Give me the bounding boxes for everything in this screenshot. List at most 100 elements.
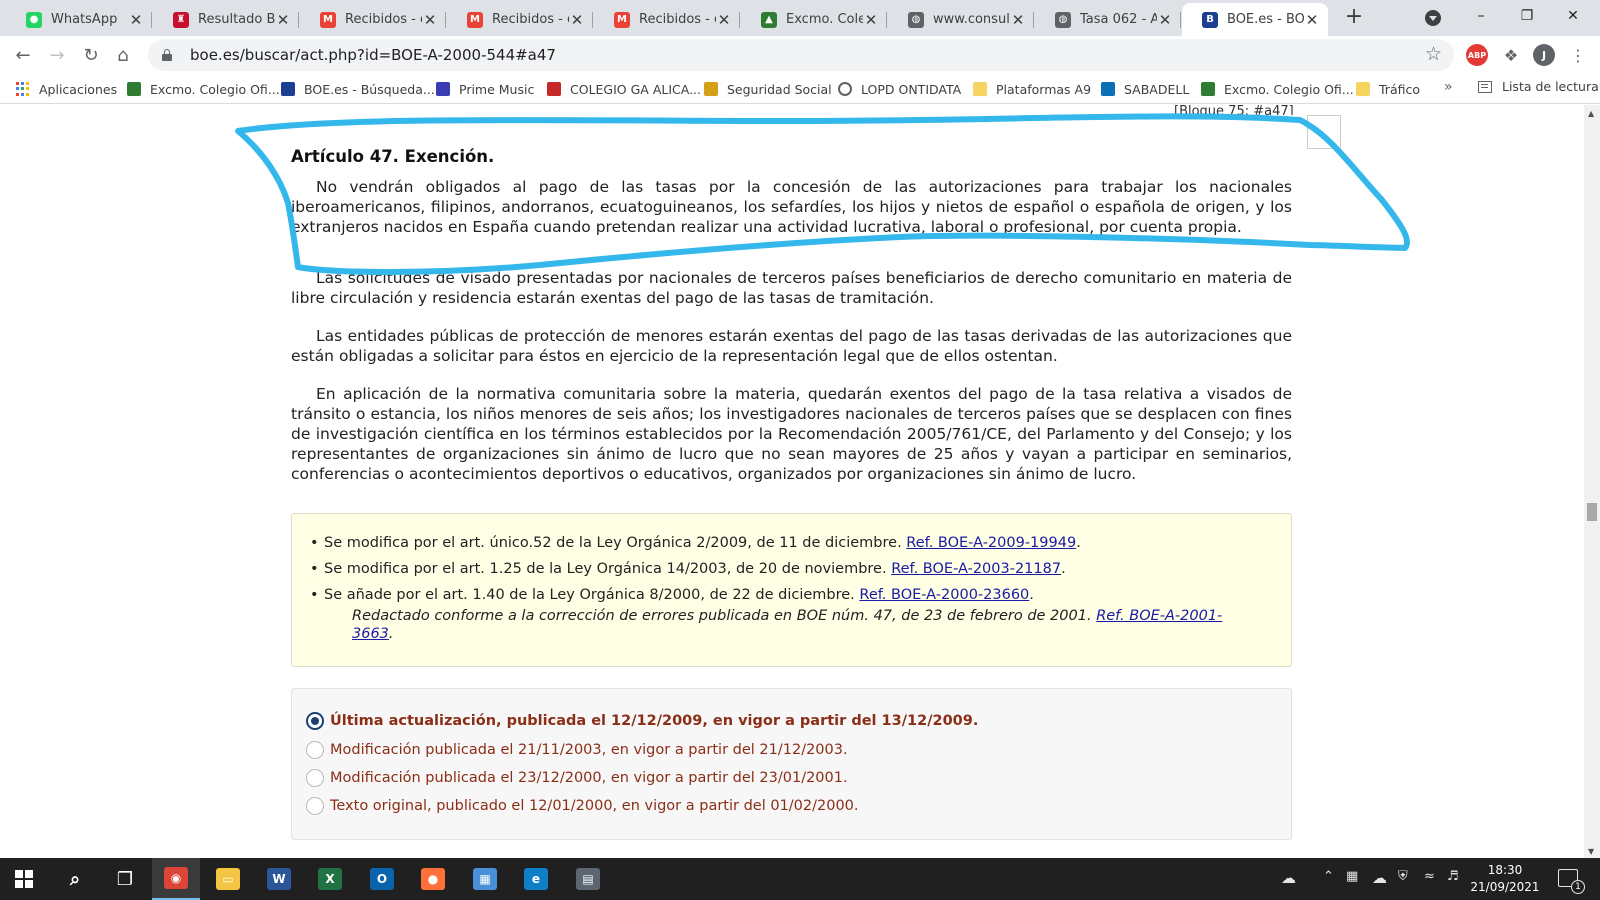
bookmark-star-icon[interactable]: ☆ (1425, 43, 1442, 65)
bookmark-item[interactable]: COLEGIO GA ALICA... (547, 79, 701, 99)
tab-title: BOE.es - BOE-A (1227, 12, 1304, 27)
tray-cloud-icon[interactable]: ☁ (1372, 869, 1387, 887)
version-label[interactable]: Modificación publicada el 23/12/2000, en… (330, 770, 848, 786)
taskbar-app[interactable]: e (512, 858, 560, 900)
menu-kebab-icon[interactable]: ⋮ (1565, 42, 1591, 68)
bookmark-label: Seguridad Social (727, 81, 832, 97)
version-option[interactable]: Modificación publicada el 21/11/2003, en… (306, 740, 848, 760)
tab-3[interactable]: M Recibidos - ort✕ (300, 3, 446, 36)
restore-button[interactable]: ❐ (1504, 0, 1550, 32)
tab-close-icon[interactable]: ✕ (422, 11, 438, 29)
tab-9[interactable]: B BOE.es - BOE-A✕ (1182, 3, 1328, 36)
bookmark-item[interactable]: Prime Music (436, 79, 534, 99)
reload-icon[interactable]: ↻ (78, 42, 104, 68)
extensions-puzzle-icon[interactable]: ❖ (1500, 44, 1522, 66)
taskbar-app[interactable]: ▤ (564, 858, 612, 900)
tab-close-icon[interactable]: ✕ (1304, 11, 1320, 29)
taskbar-app[interactable]: X (306, 858, 354, 900)
taskbar-app[interactable]: ❐ (101, 858, 149, 900)
taskbar-clock[interactable]: 18:30 21/09/2021 (1470, 862, 1540, 896)
url-text[interactable]: boe.es/buscar/act.php?id=BOE-A-2000-544#… (190, 46, 556, 64)
back-arrow-icon[interactable]: ← (10, 42, 36, 68)
address-bar[interactable]: boe.es/buscar/act.php?id=BOE-A-2000-544#… (148, 39, 1454, 71)
tray-device-icon[interactable]: ▦ (1346, 869, 1358, 884)
tab-search-icon[interactable] (1425, 10, 1441, 26)
start-button[interactable] (0, 858, 48, 900)
bloque-reference[interactable]: [Bloque 75: #a47] (1174, 105, 1294, 115)
tab-7[interactable]: ◍ www.consultor✕ (888, 3, 1034, 36)
tab-6[interactable]: ▲ Excmo. Colegio✕ (741, 3, 887, 36)
home-icon[interactable]: ⌂ (110, 42, 136, 68)
wifi-icon[interactable]: ≈ (1424, 869, 1435, 884)
forward-arrow-icon[interactable]: → (44, 42, 70, 68)
clock-time: 18:30 (1487, 863, 1523, 877)
tab-4[interactable]: M Recibidos - ort✕ (447, 3, 593, 36)
bookmark-item[interactable]: Plataformas A9 (973, 79, 1091, 99)
tab-close-icon[interactable]: ✕ (863, 11, 879, 29)
taskbar-app[interactable]: ⌕ (51, 858, 99, 900)
radio-checked-icon[interactable] (306, 712, 324, 730)
taskbar-app[interactable]: ◉ (152, 858, 200, 900)
tab-title: Resultado Búsq (198, 12, 275, 27)
bookmark-item[interactable]: LOPD ONTIDATA (838, 79, 961, 99)
tab-separator (1033, 12, 1034, 28)
taskbar-app[interactable]: ▭ (204, 858, 252, 900)
tab-close-icon[interactable]: ✕ (1157, 11, 1173, 29)
tab-8[interactable]: ◍ Tasa 062 - Adm✕ (1035, 3, 1181, 36)
calculator-icon: ▤ (576, 868, 600, 890)
bookmark-item[interactable]: SABADELL (1101, 79, 1189, 99)
tab-close-icon[interactable]: ✕ (1010, 11, 1026, 29)
print-widget-icon[interactable] (1307, 115, 1341, 149)
scroll-down-arrow-icon[interactable]: ▼ (1588, 847, 1594, 856)
taskbar-app[interactable]: ▦ (461, 858, 509, 900)
version-option[interactable]: Última actualización, publicada el 12/12… (306, 711, 978, 731)
close-window-button[interactable]: ✕ (1550, 0, 1596, 32)
tab-5[interactable]: M Recibidos - ort✕ (594, 3, 740, 36)
bookmark-item[interactable]: Excmo. Colegio Ofi... (127, 79, 280, 99)
modification-item: • Se modifica por el art. 1.25 de la Ley … (310, 561, 1066, 577)
tab-separator (739, 12, 740, 28)
onedrive-cloud-icon[interactable]: ☁ (1281, 869, 1296, 887)
radio-unchecked-icon[interactable] (306, 741, 324, 759)
vertical-scrollbar[interactable]: ▲ ▼ (1584, 105, 1600, 858)
version-option[interactable]: Texto original, publicado el 12/01/2000,… (306, 796, 859, 816)
bookmark-item[interactable]: Aplicaciones (16, 79, 117, 99)
version-label[interactable]: Texto original, publicado el 12/01/2000,… (330, 798, 859, 814)
version-label[interactable]: Modificación publicada el 21/11/2003, en… (330, 742, 848, 758)
tab-close-icon[interactable]: ✕ (275, 11, 291, 29)
more-bookmarks-chevron-icon[interactable]: » (1444, 79, 1453, 95)
tab-title: Recibidos - ort (492, 12, 569, 27)
reading-list-button[interactable]: Lista de lectura (1478, 79, 1599, 94)
bookmark-item[interactable]: Excmo. Colegio Ofi... (1201, 79, 1354, 99)
modification-ref-link[interactable]: Ref. BOE-A-2009-19949 (906, 535, 1076, 551)
tab-close-icon[interactable]: ✕ (569, 11, 585, 29)
volume-icon[interactable]: ♬ (1447, 869, 1459, 884)
tray-chevron-up-icon[interactable]: ⌃ (1323, 869, 1334, 884)
taskbar-app[interactable]: O (358, 858, 406, 900)
radio-unchecked-icon[interactable] (306, 797, 324, 815)
profile-avatar[interactable]: J (1533, 44, 1555, 66)
lock-icon[interactable] (162, 49, 172, 61)
taskbar-app[interactable]: ● (409, 858, 457, 900)
bookmark-item[interactable]: BOE.es - Búsqueda... (281, 79, 435, 99)
modification-ref-link[interactable]: Ref. BOE-A-2000-23660 (859, 587, 1029, 603)
tab-close-icon[interactable]: ✕ (716, 11, 732, 29)
tab-1[interactable]: ● WhatsApp ✕ (6, 3, 152, 36)
globe-icon: ◍ (1055, 11, 1071, 28)
version-option[interactable]: Modificación publicada el 23/12/2000, en… (306, 768, 848, 788)
scroll-up-arrow-icon[interactable]: ▲ (1588, 109, 1594, 118)
minimize-button[interactable]: – (1458, 0, 1504, 32)
tab-close-icon[interactable]: ✕ (128, 11, 144, 29)
edge-icon: e (524, 868, 548, 890)
taskbar-app[interactable]: W (255, 858, 303, 900)
adblock-plus-icon[interactable]: ABP (1466, 44, 1488, 66)
security-shield-icon[interactable]: ⛨ (1398, 869, 1408, 884)
version-label[interactable]: Última actualización, publicada el 12/12… (330, 713, 978, 729)
bookmark-item[interactable]: Tráfico (1356, 79, 1420, 99)
tab-2[interactable]: ♜ Resultado Búsq✕ (153, 3, 299, 36)
scroll-thumb[interactable] (1587, 503, 1597, 521)
new-tab-button[interactable]: + (1342, 6, 1366, 30)
modification-ref-link[interactable]: Ref. BOE-A-2003-21187 (891, 561, 1061, 577)
bookmark-item[interactable]: Seguridad Social (704, 79, 832, 99)
radio-unchecked-icon[interactable] (306, 769, 324, 787)
